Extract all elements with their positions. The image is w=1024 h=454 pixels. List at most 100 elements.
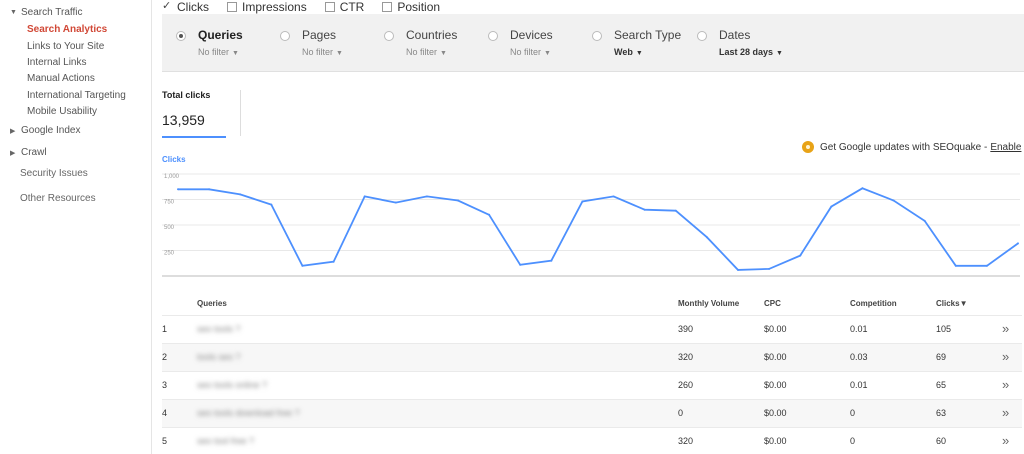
col-header-cpc[interactable]: CPC [764, 299, 781, 308]
data-point [1017, 242, 1019, 245]
col-header-competition[interactable]: Competition [850, 299, 897, 308]
sidebar-item-links-to-your-site[interactable]: Links to Your Site [27, 41, 104, 52]
monthly-volume-cell: 260 [678, 380, 694, 390]
sidebar-item-google-index[interactable]: ▶ Google Index [10, 125, 81, 136]
chevron-down-icon: ▼ [10, 9, 17, 16]
impressions-checkbox[interactable]: Impressions [227, 0, 307, 14]
table-row[interactable]: 5 seo tool free ? 320 $0.00 0 60 » [162, 427, 1022, 454]
col-header-clicks[interactable]: Clicks▼ [936, 299, 968, 308]
table-row[interactable]: 1 seo tools ? 390 $0.00 0.01 105 » [162, 315, 1022, 343]
data-point [270, 203, 273, 206]
data-point [643, 208, 646, 211]
radio-icon [592, 31, 602, 41]
data-point [394, 201, 397, 204]
query-cell: seo tool free ? [197, 436, 255, 446]
sidebar-item-other-resources[interactable]: Other Resources [20, 193, 96, 204]
clicks-checkbox[interactable]: Clicks [162, 0, 209, 14]
competition-cell: 0.01 [850, 324, 868, 334]
clicks-line-chart: 1,000 750 500 250 [162, 173, 1020, 277]
data-point [892, 199, 895, 202]
data-point [985, 264, 988, 267]
cpc-cell: $0.00 [764, 436, 787, 446]
data-point [519, 263, 522, 266]
competition-cell: 0 [850, 436, 856, 446]
col-header-queries[interactable]: Queries [197, 299, 227, 308]
sidebar-item-internal-links[interactable]: Internal Links [27, 57, 86, 68]
clicks-cell: 63 [936, 408, 947, 418]
clicks-cell: 60 [936, 436, 947, 446]
data-point [612, 195, 615, 198]
data-point [550, 259, 553, 262]
data-point [954, 264, 957, 267]
query-cell: tools seo ? [197, 352, 241, 362]
sidebar-item-security-issues[interactable]: Security Issues [20, 168, 88, 179]
row-expand-icon[interactable]: » [1002, 433, 1009, 448]
radio-icon [384, 31, 394, 41]
query-cell: seo tools online ? [197, 380, 268, 390]
row-number: 4 [162, 408, 168, 418]
filter-countries-dropdown[interactable]: No filter ▼ [406, 47, 447, 57]
row-number: 2 [162, 352, 168, 362]
table-row[interactable]: 2 tools seo ? 320 $0.00 0.03 69 » [162, 343, 1022, 371]
radio-icon [176, 31, 186, 41]
divider [240, 90, 241, 136]
data-point [581, 200, 584, 203]
competition-cell: 0 [850, 408, 856, 418]
enable-link[interactable]: Enable [990, 142, 1021, 153]
filter-queries-dropdown[interactable]: No filter ▼ [198, 47, 239, 57]
total-clicks-label: Total clicks [162, 90, 211, 100]
clicks-cell: 105 [936, 324, 952, 334]
checkbox-icon [382, 2, 393, 12]
table-row[interactable]: 4 seo tools download free ? 0 $0.00 0 63 » [162, 399, 1022, 427]
checkbox-icon [227, 2, 237, 12]
row-expand-icon[interactable]: » [1002, 321, 1009, 336]
query-cell: seo tools download free ? [197, 408, 300, 418]
row-expand-icon[interactable]: » [1002, 377, 1009, 392]
ctr-checkbox[interactable]: CTR [324, 0, 364, 14]
data-point [737, 268, 739, 271]
total-clicks-value: 13,959 [162, 112, 205, 128]
col-header-monthly-volume[interactable]: Monthly Volume [678, 299, 739, 308]
competition-cell: 0.03 [850, 352, 868, 362]
filter-pages-dropdown[interactable]: No filter ▼ [302, 47, 343, 57]
sidebar-item-international-targeting[interactable]: International Targeting [27, 90, 126, 101]
sidebar: ▼ Search Traffic Search Analytics Links … [0, 0, 152, 454]
data-point [674, 209, 677, 212]
chart-title: Clicks [162, 155, 186, 164]
data-point [830, 205, 833, 208]
monthly-volume-cell: 0 [678, 408, 684, 418]
data-point [332, 260, 335, 263]
cpc-cell: $0.00 [764, 380, 787, 390]
data-point [861, 187, 864, 190]
seoquake-text: Get Google updates with SEOquake - [820, 141, 988, 153]
data-point [799, 254, 802, 257]
radio-icon [280, 31, 290, 41]
sidebar-item-manual-actions[interactable]: Manual Actions [27, 73, 95, 84]
filter-search-type-dropdown[interactable]: Web ▼ [614, 47, 643, 57]
row-expand-icon[interactable]: » [1002, 349, 1009, 364]
filter-devices-dropdown[interactable]: No filter ▼ [510, 47, 551, 57]
sidebar-item-search-analytics[interactable]: Search Analytics [27, 24, 107, 35]
cpc-cell: $0.00 [764, 352, 787, 362]
y-tick-label: 500 [164, 225, 175, 231]
row-expand-icon[interactable]: » [1002, 405, 1009, 420]
monthly-volume-cell: 390 [678, 324, 694, 334]
data-point [923, 219, 926, 222]
filter-dates-dropdown[interactable]: Last 28 days ▼ [719, 47, 783, 57]
y-tick-label: 1,000 [164, 174, 180, 180]
row-number: 1 [162, 324, 168, 334]
table-row[interactable]: 3 seo tools online ? 260 $0.00 0.01 65 » [162, 371, 1022, 399]
seoquake-notice: Get Google updates with SEOquake - Enabl… [802, 141, 1021, 153]
clicks-cell: 65 [936, 380, 947, 390]
sidebar-item-search-traffic[interactable]: ▼ Search Traffic [10, 7, 83, 18]
position-checkbox[interactable]: Position [382, 0, 440, 14]
filter-bar: Queries No filter ▼ Pages No filter ▼ Coun… [162, 14, 1024, 72]
data-point [363, 195, 366, 198]
competition-cell: 0.01 [850, 380, 868, 390]
chevron-right-icon: ▶ [10, 149, 16, 157]
sidebar-item-crawl[interactable]: ▶ Crawl [10, 147, 47, 158]
sidebar-item-mobile-usability[interactable]: Mobile Usability [27, 106, 97, 117]
data-point [425, 195, 428, 198]
total-clicks-card[interactable]: Total clicks 13,959 [162, 88, 226, 138]
row-number: 3 [162, 380, 168, 390]
